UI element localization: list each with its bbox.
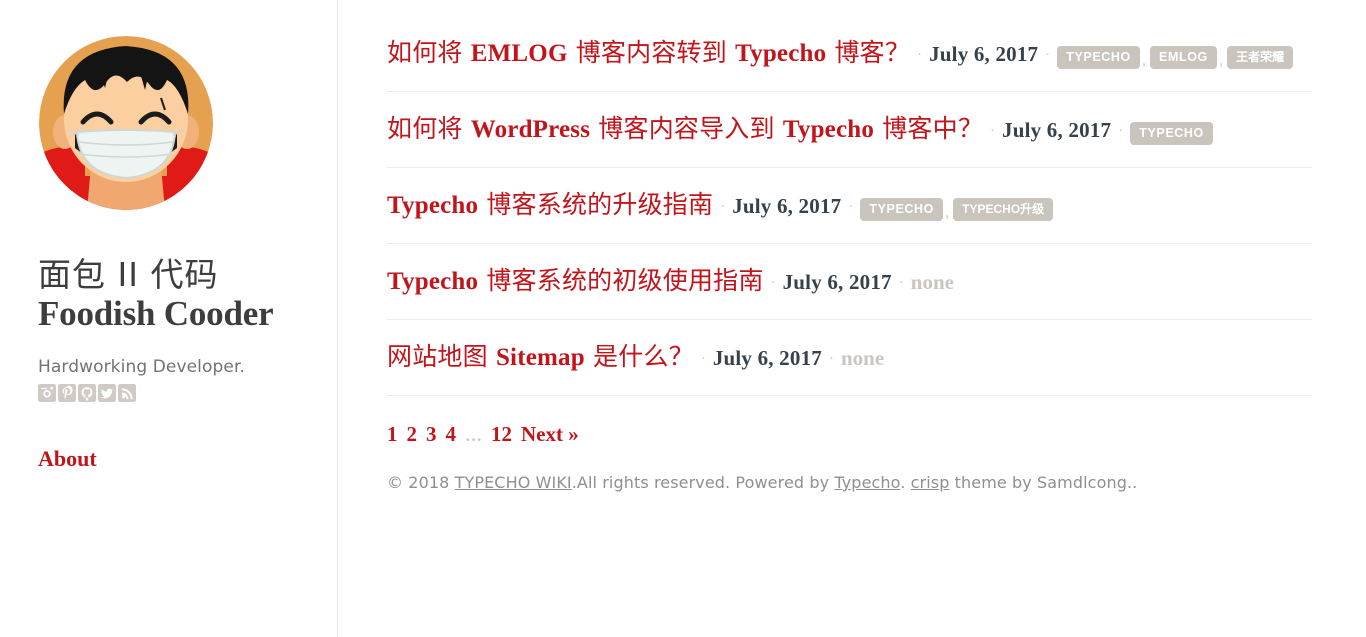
pagination-page-3[interactable]: 3 xyxy=(426,422,437,447)
footer-suffix-text: theme by Samdlcong.. xyxy=(949,473,1138,492)
pagination-last-page[interactable]: 12 xyxy=(491,422,512,447)
tag-link[interactable]: TYPECHO xyxy=(1130,122,1213,145)
site-tagline: Hardworking Developer. xyxy=(38,356,245,377)
main-content: 如何将 EMLOG 博客内容转到 Typecho 博客？ · July 6, 2… xyxy=(338,0,1366,637)
rss-icon[interactable] xyxy=(118,383,136,402)
avatar[interactable] xyxy=(39,36,213,210)
footer-engine-link[interactable]: Typecho xyxy=(834,473,900,492)
post-list-item: 如何将 EMLOG 博客内容转到 Typecho 博客？ · July 6, 2… xyxy=(387,38,1312,92)
site-title-cn: 面包 II 代码 xyxy=(38,255,219,294)
sidebar: 面包 II 代码 Foodish Cooder Hardworking Deve… xyxy=(0,0,338,637)
tag-link[interactable]: TYPECHO xyxy=(1057,46,1140,69)
tag-separator: , xyxy=(1218,52,1224,69)
post-date: July 6, 2017 xyxy=(712,346,822,370)
footer-mid-text: . xyxy=(900,473,911,492)
post-title-link[interactable]: Typecho 博客系统的升级指南 xyxy=(387,190,713,221)
post-no-tags-label: none xyxy=(910,270,954,294)
post-date: July 6, 2017 xyxy=(1002,118,1112,142)
separator-dot: · xyxy=(720,197,726,214)
pagination-next[interactable]: Next » xyxy=(521,422,579,447)
pagination-page-1[interactable]: 1 xyxy=(387,422,398,447)
pagination: 1 2 3 4 … 12 Next » xyxy=(387,422,1313,447)
post-list: 如何将 EMLOG 博客内容转到 Typecho 博客？ · July 6, 2… xyxy=(387,38,1312,396)
separator-dot: · xyxy=(1045,45,1051,62)
post-date: July 6, 2017 xyxy=(929,42,1039,66)
pagination-ellipsis: … xyxy=(465,426,482,445)
twitter-icon[interactable] xyxy=(98,383,116,402)
post-tags: TYPECHO, TYPECHO升级 xyxy=(860,198,1054,221)
separator-dot: · xyxy=(990,121,996,138)
pinterest-icon[interactable] xyxy=(58,383,76,402)
sidebar-item-about[interactable]: About xyxy=(38,446,97,472)
post-date: July 6, 2017 xyxy=(732,194,842,218)
post-title-link[interactable]: 如何将 WordPress 博客内容导入到 Typecho 博客中？ xyxy=(387,114,983,145)
post-list-item: Typecho 博客系统的升级指南 · July 6, 2017 · TYPEC… xyxy=(387,168,1312,244)
post-tags: TYPECHO, EMLOG, 王者荣耀 xyxy=(1057,46,1294,69)
tag-link[interactable]: 王者荣耀 xyxy=(1227,46,1294,69)
tag-separator: , xyxy=(1141,52,1147,69)
tag-link[interactable]: TYPECHO xyxy=(860,198,943,221)
footer-copyright: © 2018 xyxy=(387,473,455,492)
footer-rights-text: .All rights reserved. Powered by xyxy=(571,473,835,492)
pagination-page-2[interactable]: 2 xyxy=(407,422,418,447)
tag-separator: , xyxy=(944,204,950,221)
instagram-icon[interactable] xyxy=(38,383,56,402)
post-list-item: Typecho 博客系统的初级使用指南 · July 6, 2017 · non… xyxy=(387,244,1312,320)
github-icon[interactable] xyxy=(78,383,96,402)
avatar-image xyxy=(39,36,213,210)
separator-dot: · xyxy=(828,349,834,366)
pagination-page-4[interactable]: 4 xyxy=(446,422,457,447)
footer: © 2018 TYPECHO WIKI.All rights reserved.… xyxy=(387,473,1313,492)
post-title-link[interactable]: Typecho 博客系统的初级使用指南 xyxy=(387,266,764,297)
post-no-tags-label: none xyxy=(840,346,885,370)
site-title-en: Foodish Cooder xyxy=(38,293,274,333)
separator-dot: · xyxy=(700,349,706,366)
tag-link[interactable]: EMLOG xyxy=(1150,46,1217,69)
separator-dot: · xyxy=(1118,121,1124,138)
separator-dot: · xyxy=(848,197,854,214)
social-links xyxy=(38,383,299,402)
footer-site-link[interactable]: TYPECHO WIKI xyxy=(455,473,572,492)
post-date: July 6, 2017 xyxy=(782,270,892,294)
separator-dot: · xyxy=(917,45,923,62)
post-list-item: 网站地图 Sitemap 是什么？ · July 6, 2017 · none xyxy=(387,320,1312,396)
post-tags: TYPECHO xyxy=(1130,122,1213,145)
separator-dot: · xyxy=(898,273,904,290)
post-list-item: 如何将 WordPress 博客内容导入到 Typecho 博客中？ · Jul… xyxy=(387,92,1312,168)
separator-dot: · xyxy=(770,273,776,290)
page-root: 面包 II 代码 Foodish Cooder Hardworking Deve… xyxy=(0,0,1366,637)
footer-theme-link[interactable]: crisp xyxy=(911,473,950,492)
tag-link[interactable]: TYPECHO升级 xyxy=(953,198,1054,221)
post-title-link[interactable]: 网站地图 Sitemap 是什么？ xyxy=(387,342,694,373)
post-title-link[interactable]: 如何将 EMLOG 博客内容转到 Typecho 博客？ xyxy=(387,38,910,69)
site-title: 面包 II 代码 Foodish Cooder xyxy=(38,256,299,334)
